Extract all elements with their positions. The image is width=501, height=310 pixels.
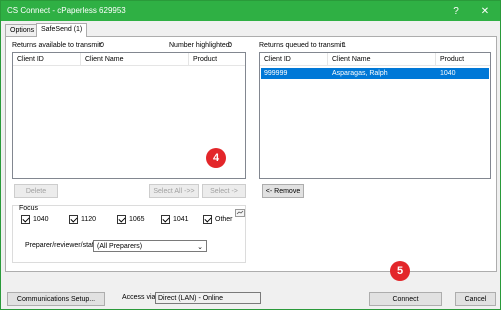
cs-connect-window: CS Connect - cPaperless 629953 ? ✕ Optio…: [0, 0, 501, 310]
tab-options[interactable]: Options: [5, 24, 40, 36]
checkbox-1040[interactable]: [21, 215, 30, 224]
checkbox-1041[interactable]: [161, 215, 170, 224]
highlighted-count: 0: [228, 42, 232, 49]
cell-client-name: Asparagas, Ralph: [332, 70, 388, 77]
access-via-label: Access via: [122, 294, 156, 301]
column-product[interactable]: Product: [436, 53, 490, 66]
cell-client-id: 999999: [264, 70, 288, 77]
window-title: CS Connect - cPaperless 629953: [7, 6, 126, 15]
queued-returns-list[interactable]: Client ID Client Name Product 999999 Asp…: [259, 52, 491, 179]
queued-label: Returns queued to transmit:: [259, 42, 346, 49]
close-button[interactable]: ✕: [470, 1, 500, 21]
select-all-button[interactable]: Select All ->>: [149, 184, 199, 198]
tab-safesend[interactable]: SafeSend (1): [36, 23, 88, 37]
checkbox-other[interactable]: [203, 215, 212, 224]
available-label: Returns available to transmit:: [12, 42, 103, 49]
column-client-name[interactable]: Client Name: [328, 53, 436, 66]
help-button[interactable]: ?: [441, 1, 471, 21]
queued-count: 1: [342, 42, 346, 49]
checkbox-1040-label: 1040: [33, 216, 49, 223]
available-list-header: Client ID Client Name Product: [13, 53, 245, 66]
chevron-down-icon: ⌄: [197, 244, 203, 251]
focus-options-icon[interactable]: [235, 209, 245, 217]
access-via-field: Direct (LAN) - Online: [155, 292, 261, 304]
checkbox-1041-label: 1041: [173, 216, 189, 223]
preparer-select[interactable]: (All Preparers) ⌄: [93, 240, 207, 252]
delete-button[interactable]: Delete: [14, 184, 58, 198]
title-bar: CS Connect - cPaperless 629953 ? ✕: [1, 1, 500, 21]
column-product[interactable]: Product: [189, 53, 245, 66]
step-5-badge: 5: [390, 261, 410, 281]
cancel-button[interactable]: Cancel: [455, 292, 496, 306]
step-4-badge: 4: [206, 148, 226, 168]
column-client-id[interactable]: Client ID: [260, 53, 328, 66]
connect-button[interactable]: Connect: [369, 292, 442, 306]
checkbox-other-label: Other: [215, 216, 233, 223]
communications-setup-button[interactable]: Communications Setup...: [7, 292, 105, 306]
highlighted-label: Number highlighted:: [169, 42, 232, 49]
column-client-id[interactable]: Client ID: [13, 53, 81, 66]
table-row[interactable]: 999999 Asparagas, Ralph 1040: [261, 68, 489, 79]
column-client-name[interactable]: Client Name: [81, 53, 189, 66]
preparer-select-value: (All Preparers): [97, 243, 143, 250]
safesend-panel: Returns available to transmit: 0 Number …: [5, 36, 497, 272]
focus-group: Focus 1040 1120 1065 1041 Other Preparer…: [12, 205, 246, 263]
checkbox-1065[interactable]: [117, 215, 126, 224]
queued-list-header: Client ID Client Name Product: [260, 53, 490, 66]
preparer-label: Preparer/reviewer/staff:: [25, 242, 98, 249]
remove-button[interactable]: <- Remove: [262, 184, 304, 198]
select-button[interactable]: Select ->: [202, 184, 246, 198]
checkbox-1120-label: 1120: [81, 216, 97, 223]
cell-product: 1040: [440, 70, 456, 77]
available-count: 0: [100, 42, 104, 49]
checkbox-1120[interactable]: [69, 215, 78, 224]
checkbox-1065-label: 1065: [129, 216, 145, 223]
focus-label: Focus: [19, 205, 39, 212]
